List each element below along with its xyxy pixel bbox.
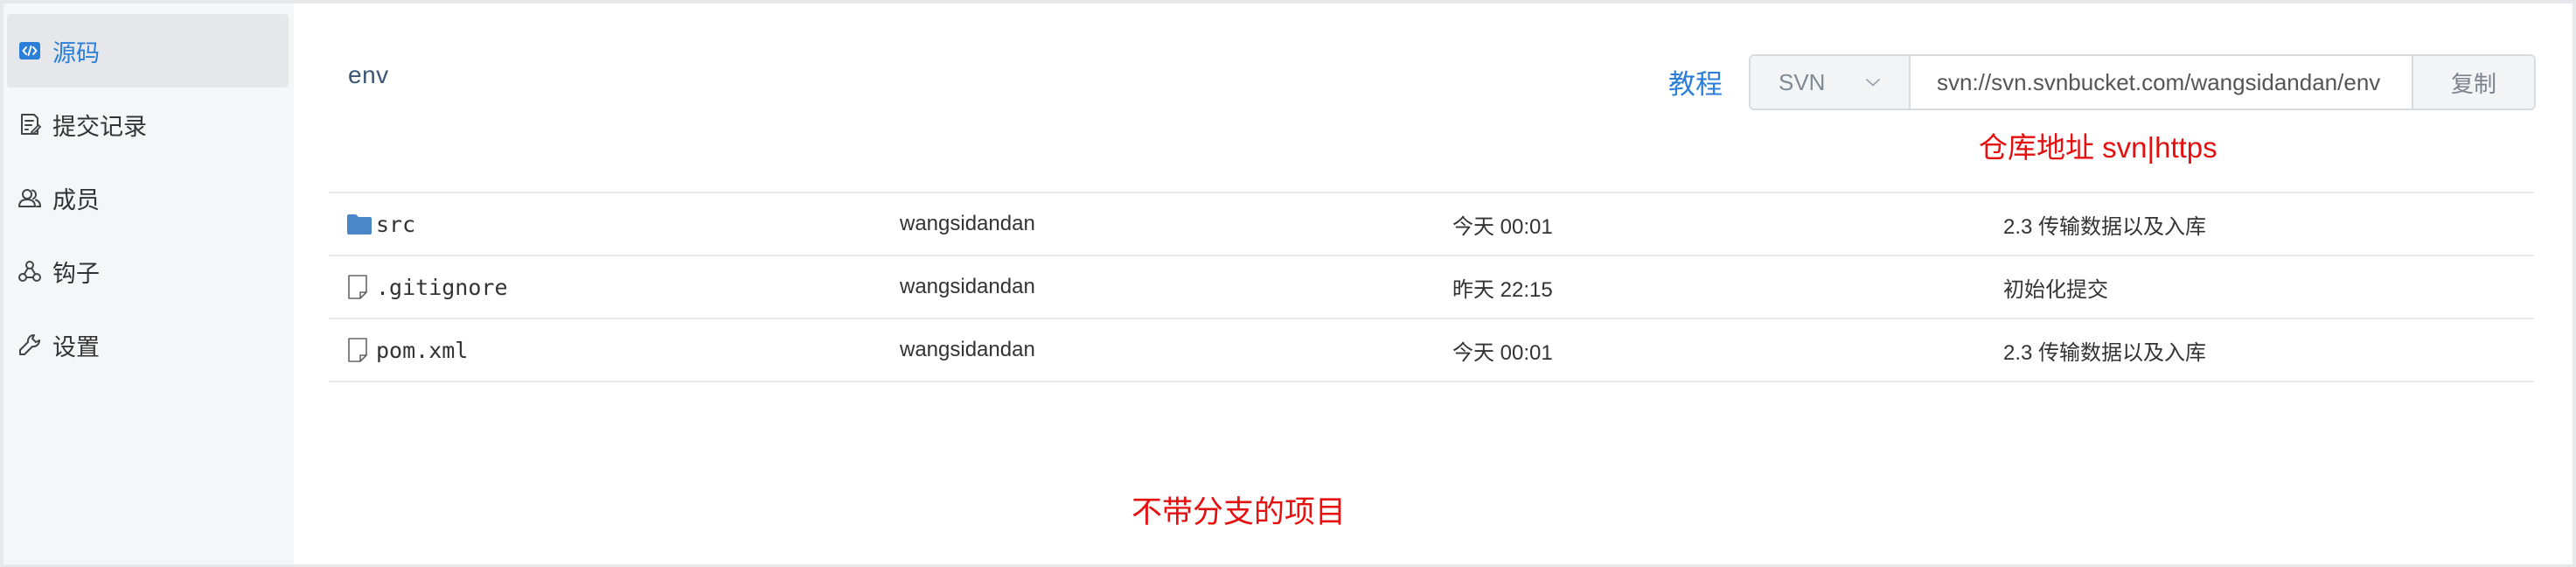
file-icon — [346, 337, 372, 363]
settings-icon — [16, 331, 44, 359]
sidebar-item-label: 成员 — [52, 186, 100, 214]
protocol-value: SVN — [1779, 68, 1826, 95]
commit-author: wangsidandan — [900, 212, 1035, 235]
chevron-down-icon — [1866, 79, 1880, 87]
repo-url-input[interactable] — [1911, 56, 2412, 108]
commit-time: 今天 00:01 — [1452, 340, 1553, 365]
main-content: env 教程 SVN 复制 仓库地址 svn|https src wangsid… — [294, 4, 2573, 564]
sidebar-item-label: 设置 — [52, 333, 100, 360]
commit-message[interactable]: 2.3 传输数据以及入库 — [2003, 319, 2206, 381]
table-row[interactable]: src wangsidandan 今天 00:01 2.3 传输数据以及入库 — [329, 193, 2534, 256]
file-name: .gitignore — [376, 274, 508, 300]
file-name: src — [376, 211, 416, 237]
sidebar: 源码 提交记录 成员 钩子 设置 — [3, 4, 294, 564]
commit-author: wangsidandan — [900, 275, 1035, 298]
protocol-select[interactable]: SVN — [1751, 56, 1911, 108]
file-name-cell[interactable]: pom.xml — [346, 319, 468, 381]
members-icon — [16, 184, 44, 212]
repo-address-annotation: 仓库地址 svn|https — [1979, 131, 2217, 164]
sidebar-item-label: 钩子 — [52, 260, 100, 287]
commit-time: 今天 00:01 — [1452, 214, 1553, 239]
sidebar-item-members[interactable]: 成员 — [7, 161, 289, 234]
sidebar-item-source[interactable]: 源码 — [7, 14, 289, 88]
sidebar-item-commits[interactable]: 提交记录 — [7, 88, 289, 161]
table-row[interactable]: .gitignore wangsidandan 昨天 22:15 初始化提交 — [329, 256, 2534, 319]
commit-message[interactable]: 2.3 传输数据以及入库 — [2003, 193, 2206, 255]
copy-button[interactable]: 复制 — [2412, 56, 2534, 108]
commit-author: wangsidandan — [900, 338, 1035, 361]
code-icon — [16, 37, 44, 65]
folder-icon — [346, 211, 372, 237]
no-branch-annotation: 不带分支的项目 — [1131, 495, 1347, 529]
sidebar-item-hooks[interactable]: 钩子 — [7, 234, 289, 308]
sidebar-item-label: 源码 — [52, 39, 100, 66]
tutorial-link[interactable]: 教程 — [1668, 62, 1723, 102]
file-name-cell[interactable]: .gitignore — [346, 256, 508, 318]
table-row[interactable]: pom.xml wangsidandan 今天 00:01 2.3 传输数据以及… — [329, 319, 2534, 382]
file-table: src wangsidandan 今天 00:01 2.3 传输数据以及入库 .… — [329, 192, 2534, 382]
webhook-icon — [16, 257, 44, 285]
commit-log-icon — [16, 110, 44, 138]
repo-address-bar: SVN 复制 — [1749, 54, 2536, 110]
sidebar-item-settings[interactable]: 设置 — [7, 308, 289, 382]
file-name: pom.xml — [376, 337, 469, 363]
commit-time: 昨天 22:15 — [1452, 277, 1553, 302]
file-icon — [346, 274, 372, 300]
file-name-cell[interactable]: src — [346, 193, 415, 255]
breadcrumb[interactable]: env — [348, 61, 389, 89]
commit-message[interactable]: 初始化提交 — [2003, 256, 2108, 318]
sidebar-item-label: 提交记录 — [52, 113, 147, 140]
